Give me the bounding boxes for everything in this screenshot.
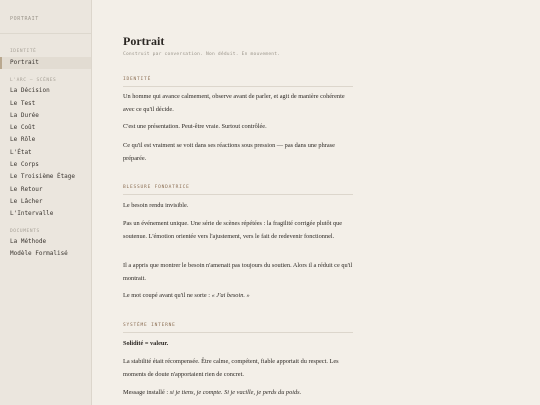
quote-prefix: Le mot coupé avant qu'il ne sorte : bbox=[123, 292, 212, 299]
paragraph: Un homme qui avance calmement, observe a… bbox=[123, 93, 345, 113]
sidebar-item-le-cout[interactable]: Le Coût bbox=[0, 122, 91, 134]
section-heading: SYSTÈME INTERNE bbox=[123, 323, 353, 333]
sidebar-item-le-lacher[interactable]: Le Lâcher bbox=[0, 196, 91, 208]
section-systeme-interne: SYSTÈME INTERNE Solidité = valeur. La st… bbox=[123, 323, 353, 396]
message-text: si je tiens, je compte. Si je vacille, j… bbox=[169, 389, 302, 396]
sidebar-item-portrait[interactable]: Portrait bbox=[0, 57, 91, 70]
page-title: Portrait bbox=[123, 34, 165, 48]
sidebar-item-modele-formalise[interactable]: Modèle Formalisé bbox=[0, 248, 91, 260]
paragraph: Pas un événement unique. Une série de sc… bbox=[123, 220, 343, 240]
quote-paragraph: Le mot coupé avant qu'il ne sorte : « J'… bbox=[123, 290, 353, 303]
bold-text: Solidité = valeur. bbox=[123, 340, 169, 347]
sidebar-item-le-role[interactable]: Le Rôle bbox=[0, 134, 91, 146]
sidebar-item-l-intervalle[interactable]: L'Intervalle bbox=[0, 208, 91, 220]
page-subtitle: Construit par conversation. Non déduit. … bbox=[123, 52, 281, 57]
sidebar-item-le-corps[interactable]: Le Corps bbox=[0, 159, 91, 171]
sidebar-item-la-duree[interactable]: La Durée bbox=[0, 110, 91, 122]
message-paragraph: Message installé : si je tiens, je compt… bbox=[123, 387, 353, 400]
paragraph: Le besoin rendu invisible. bbox=[123, 202, 189, 209]
section-identite: IDENTITÉ Un homme qui avance calmement, … bbox=[123, 77, 353, 162]
message-prefix: Message installé : bbox=[123, 389, 170, 396]
sidebar-item-le-troisieme-etage[interactable]: Le Troisième Étage bbox=[0, 171, 91, 183]
sidebar-item-la-methode[interactable]: La Méthode bbox=[0, 236, 91, 248]
paragraph: La stabilité était récompensée. Être cal… bbox=[123, 358, 339, 378]
sidebar-item-le-test[interactable]: Le Test bbox=[0, 98, 91, 110]
paragraph: C'est une présentation. Peut-être vraie.… bbox=[123, 123, 267, 130]
section-label-documents: DOCUMENTS bbox=[10, 228, 40, 234]
sidebar: PORTRAIT IDENTITÉ Portrait L'ARC — SCÈNE… bbox=[0, 0, 92, 405]
quote-text: « J'ai besoin. » bbox=[211, 292, 250, 299]
sidebar-item-la-decision[interactable]: La Décision bbox=[0, 85, 91, 97]
section-heading: BLESSURE FONDATRICE bbox=[123, 185, 353, 195]
sidebar-item-l-etat[interactable]: L'État bbox=[0, 147, 91, 159]
main-content: Portrait Construit par conversation. Non… bbox=[93, 0, 540, 405]
section-label-identite: IDENTITÉ bbox=[10, 49, 37, 54]
paragraph: Ce qu'il est vraiment se voit dans ses r… bbox=[123, 142, 335, 162]
section-blessure-fondatrice: BLESSURE FONDATRICE Le besoin rendu invi… bbox=[123, 185, 353, 299]
sidebar-item-le-retour[interactable]: Le Retour bbox=[0, 184, 91, 196]
paragraph: Il a appris que montrer le besoin n'amen… bbox=[123, 262, 353, 282]
section-heading: IDENTITÉ bbox=[123, 77, 353, 87]
bold-statement: Solidité = valeur. bbox=[123, 338, 353, 351]
section-label-arc: L'ARC — SCÈNES bbox=[10, 78, 57, 84]
brand-label: PORTRAIT bbox=[0, 0, 91, 34]
